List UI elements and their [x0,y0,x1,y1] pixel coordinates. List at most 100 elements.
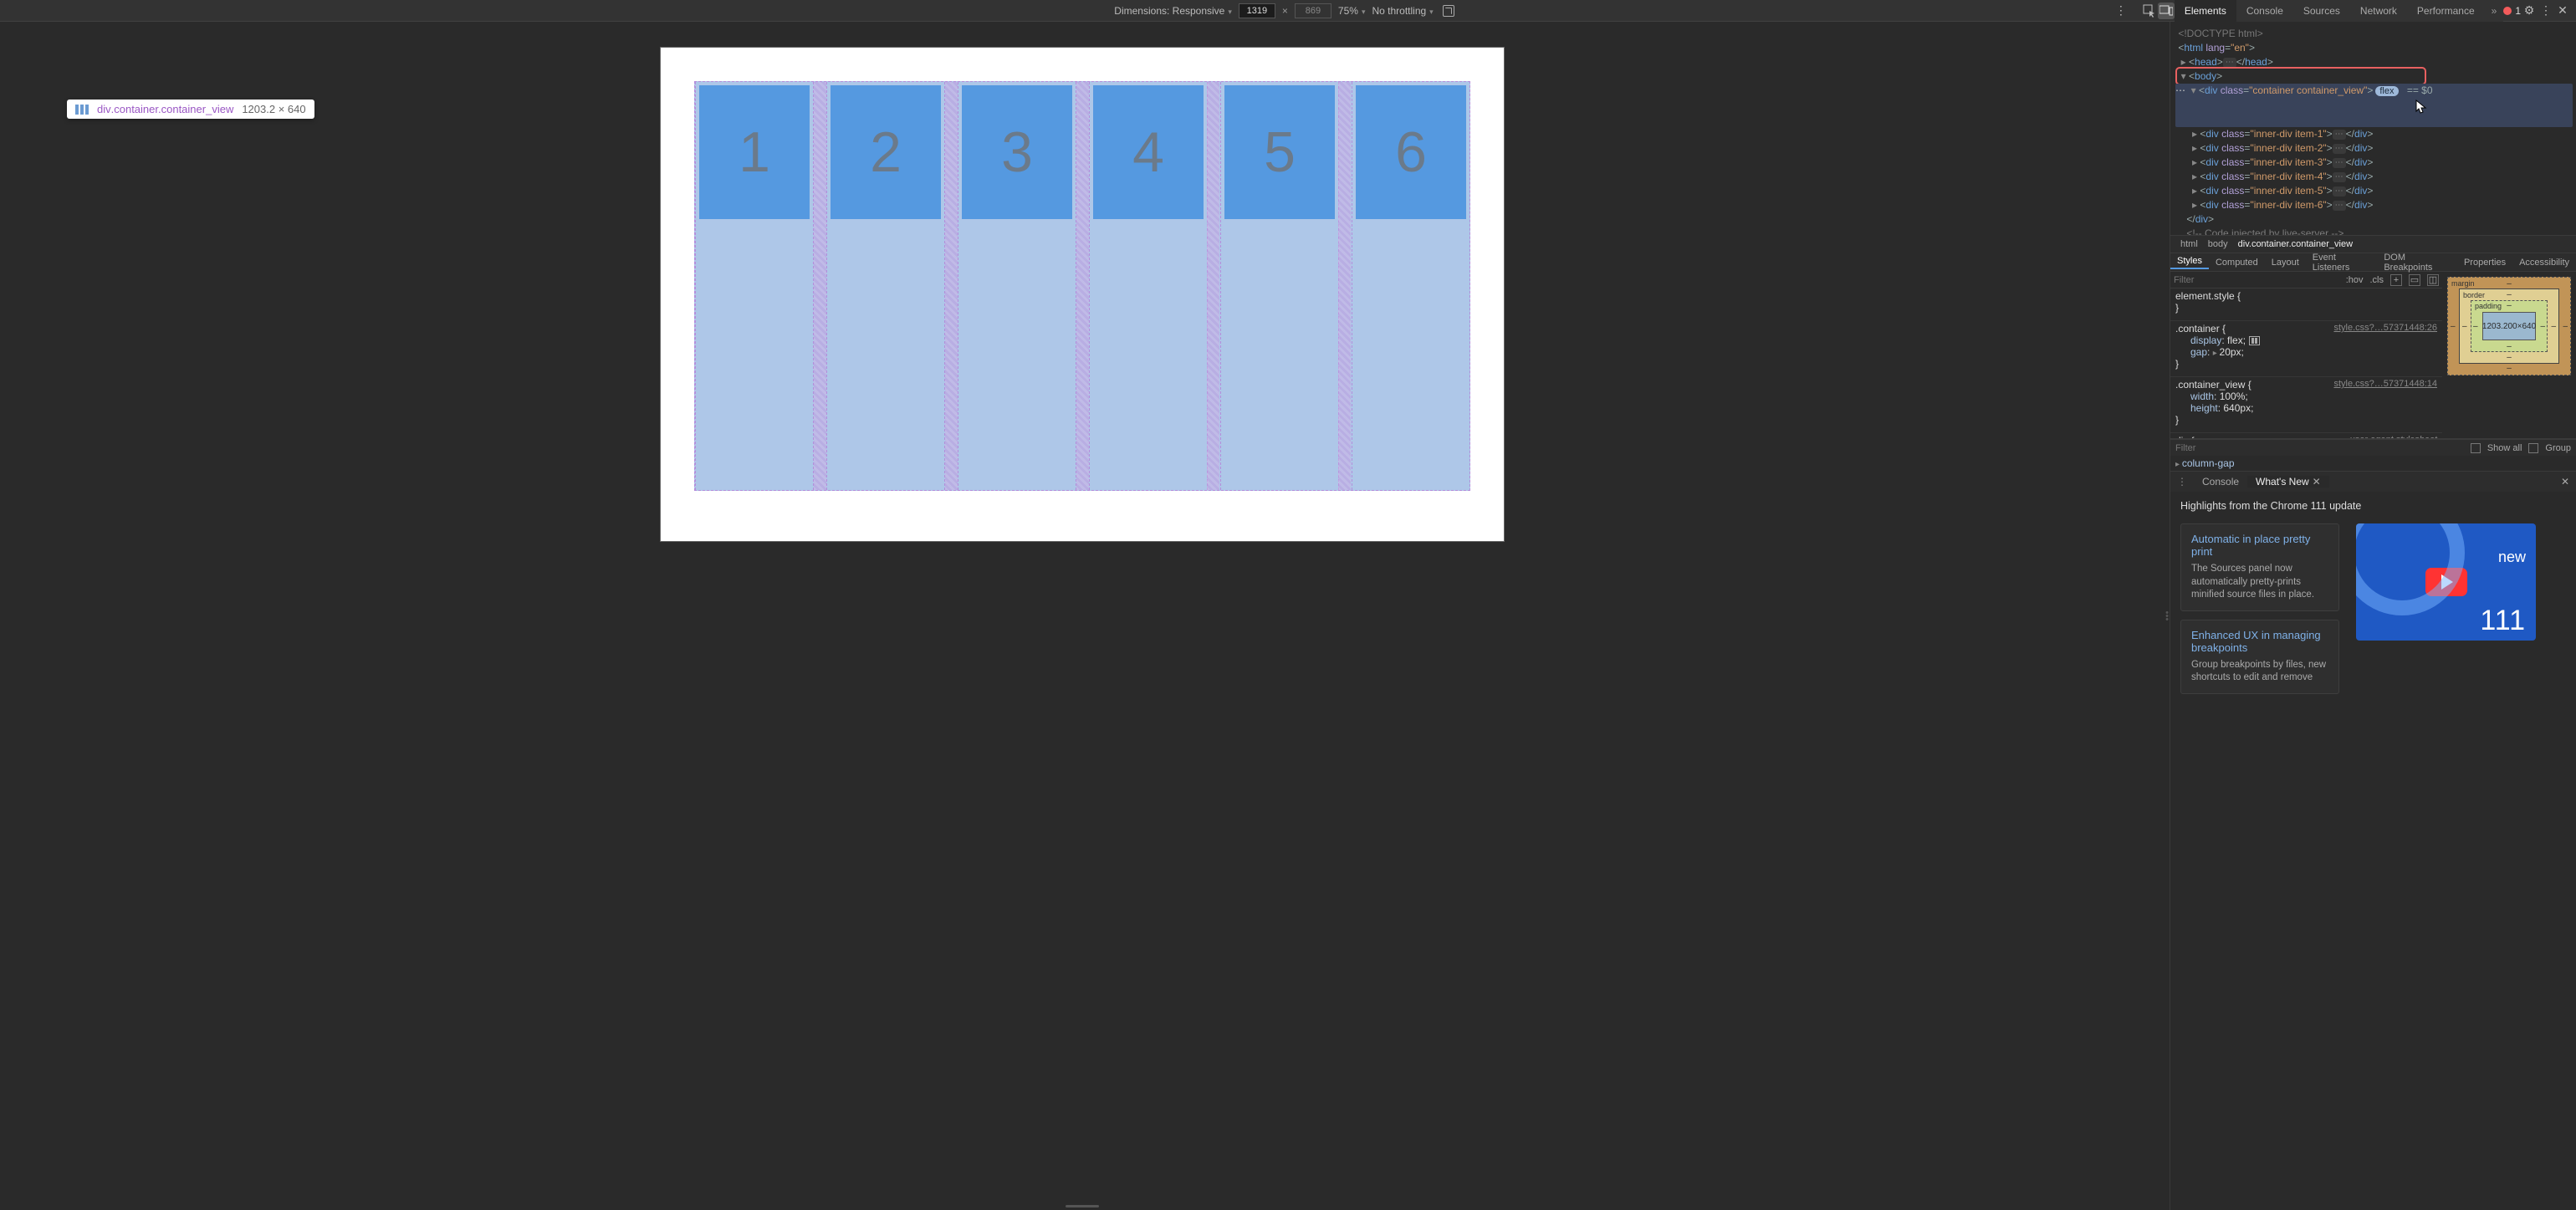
style-rule[interactable]: element.style { } [2170,288,2442,321]
rule-source-ua: user agent stylesheet [2349,435,2437,438]
dimension-separator: × [1282,5,1288,17]
tab-console[interactable]: Console [2236,0,2293,22]
styles-rules: :hov .cls + ▭ ◫ element.style { } style.… [2170,272,2442,438]
breadcrumb: html body div.container.container_view [2170,235,2576,253]
rule-source-link[interactable]: style.css?…57371448:14 [2333,379,2437,389]
error-badge[interactable]: 1 [2503,5,2521,17]
showall-checkbox[interactable] [2471,443,2481,453]
tab-layout[interactable]: Layout [2265,258,2306,268]
chevron-down-icon [1362,5,1366,17]
computed-filter-input[interactable] [2175,443,2464,453]
computed-filter-row: Show all Group [2170,439,2576,456]
dom-node[interactable]: <div class="inner-div item-4">⋯</div> [2175,170,2573,184]
chevron-down-icon [1228,5,1232,17]
thumb-new-label: new [2498,549,2526,566]
new-rule-button[interactable]: + [2390,274,2402,286]
dom-node[interactable]: <div class="inner-div item-2">⋯</div> [2175,141,2573,156]
breadcrumb-item[interactable]: body [2203,239,2233,249]
dom-node[interactable]: <html lang="en"> [2175,41,2573,55]
whats-new-headline: Highlights from the Chrome 111 update [2180,500,2566,512]
toggle-print-icon[interactable]: ◫ [2427,274,2439,286]
close-icon[interactable]: ✕ [2554,3,2571,19]
inner-card: 2 [831,85,941,219]
viewport-width-input[interactable] [1239,3,1275,18]
flex-column: 3 [958,82,1076,490]
device-toggle-icon[interactable] [2158,3,2175,19]
container-view: 1 2 3 4 5 6 [694,81,1470,491]
whats-new-card[interactable]: Enhanced UX in managing breakpoints Grou… [2180,620,2339,694]
drawer-resize-handle[interactable] [0,1202,2165,1210]
tab-accessibility[interactable]: Accessibility [2512,258,2576,268]
tab-event-listeners[interactable]: Event Listeners [2306,253,2378,273]
tab-styles[interactable]: Styles [2170,256,2209,269]
more-menu-icon[interactable]: ⋮ [2538,3,2554,19]
chevron-down-icon [1429,5,1434,17]
tab-sources[interactable]: Sources [2293,0,2350,22]
styles-tab-strip: Styles Computed Layout Event Listeners D… [2170,253,2576,272]
device-viewport-pane: 1 2 3 4 5 6 div.container.container_view… [0,22,2165,1210]
drawer-close-icon[interactable]: ✕ [2554,476,2576,488]
flex-column: 2 [826,82,945,490]
tabs-overflow-icon[interactable]: » [2485,0,2504,22]
rule-source-link[interactable]: style.css?…57371448:26 [2333,323,2437,333]
drawer-more-icon[interactable]: ⋮ [2170,476,2194,488]
computed-prop-row[interactable]: column-gap [2170,456,2576,471]
flex-editor-icon[interactable] [2249,336,2260,345]
dom-node[interactable]: <!-- Code injected by live-server --> [2175,227,2573,235]
group-checkbox[interactable] [2528,443,2538,453]
drawer: ⋮ Console What's New ✕ ✕ Highlights from… [2170,471,2576,1210]
style-rule[interactable]: style.css?…57371448:14 .container_view {… [2170,377,2442,433]
viewport-height-input[interactable] [1295,3,1331,18]
dom-node[interactable]: </div> [2175,212,2573,227]
tab-properties[interactable]: Properties [2457,258,2512,268]
tab-elements[interactable]: Elements [2175,0,2236,22]
devtools-panel: <!DOCTYPE html> <html lang="en"> <head>⋯… [2170,22,2576,1210]
style-rule[interactable]: user agent stylesheet div { display: blo… [2170,433,2442,438]
breadcrumb-item[interactable]: html [2175,239,2203,249]
responsive-ruler[interactable] [0,22,2165,47]
video-thumbnail[interactable]: new 111 [2356,523,2536,641]
close-icon[interactable]: ✕ [2313,476,2321,488]
tab-performance[interactable]: Performance [2407,0,2485,22]
hov-toggle[interactable]: :hov [2346,275,2364,285]
tab-dom-breakpoints[interactable]: DOM Breakpoints [2377,253,2457,273]
tooltip-tag: div [97,103,111,115]
dollar-zero: == $0 [2405,84,2433,96]
style-rule[interactable]: style.css?…57371448:26 .container { disp… [2170,321,2442,377]
flex-badge[interactable]: flex [2375,86,2398,96]
inner-card: 6 [1356,85,1466,219]
device-classes-icon[interactable]: ▭ [2409,274,2420,286]
flex-column: 4 [1089,82,1208,490]
drawer-tab-whatsnew[interactable]: What's New ✕ [2247,476,2329,488]
throttling-select[interactable]: No throttling [1372,5,1433,17]
thumb-version: 111 [2480,605,2526,637]
device-toolbar-more-icon[interactable]: ⋮ [2113,3,2129,19]
drawer-tab-console[interactable]: Console [2194,476,2247,488]
elements-tree[interactable]: <!DOCTYPE html> <html lang="en"> <head>⋯… [2170,22,2576,235]
flex-badge-icon [75,105,89,115]
box-model-diagram[interactable]: margin – – – – border – – – – padding – … [2442,272,2576,380]
tab-computed[interactable]: Computed [2209,258,2265,268]
breadcrumb-item[interactable]: div.container.container_view [2233,239,2358,249]
zoom-select[interactable]: 75% [1338,5,1366,17]
drawer-tab-strip: ⋮ Console What's New ✕ ✕ [2170,472,2576,492]
dimensions-select[interactable]: Dimensions: Responsive [1114,5,1232,17]
dom-node[interactable]: <head>⋯</head> [2175,55,2573,69]
rendered-page: 1 2 3 4 5 6 [660,47,1505,542]
dom-node[interactable]: <body> [2175,69,2573,84]
tab-network[interactable]: Network [2350,0,2407,22]
inspect-element-icon[interactable] [2141,3,2158,19]
styles-filter-input[interactable] [2174,275,2339,285]
whats-new-card[interactable]: Automatic in place pretty print The Sour… [2180,523,2339,611]
dom-node[interactable]: <div class="inner-div item-5">⋯</div> [2175,184,2573,198]
dom-node-selected[interactable]: ⋯ <div class="container container_view">… [2175,84,2573,127]
cls-toggle[interactable]: .cls [2370,275,2384,285]
dom-node[interactable]: <div class="inner-div item-3">⋯</div> [2175,156,2573,170]
rotate-icon[interactable] [1440,3,1457,19]
dom-node[interactable]: <div class="inner-div item-1">⋯</div> [2175,127,2573,141]
inner-card: 4 [1093,85,1204,219]
dom-node[interactable]: <div class="inner-div item-6">⋯</div> [2175,198,2573,212]
flex-column: 1 [695,82,814,490]
gear-icon[interactable]: ⚙ [2521,3,2538,19]
dom-node[interactable]: <!DOCTYPE html> [2175,27,2573,41]
